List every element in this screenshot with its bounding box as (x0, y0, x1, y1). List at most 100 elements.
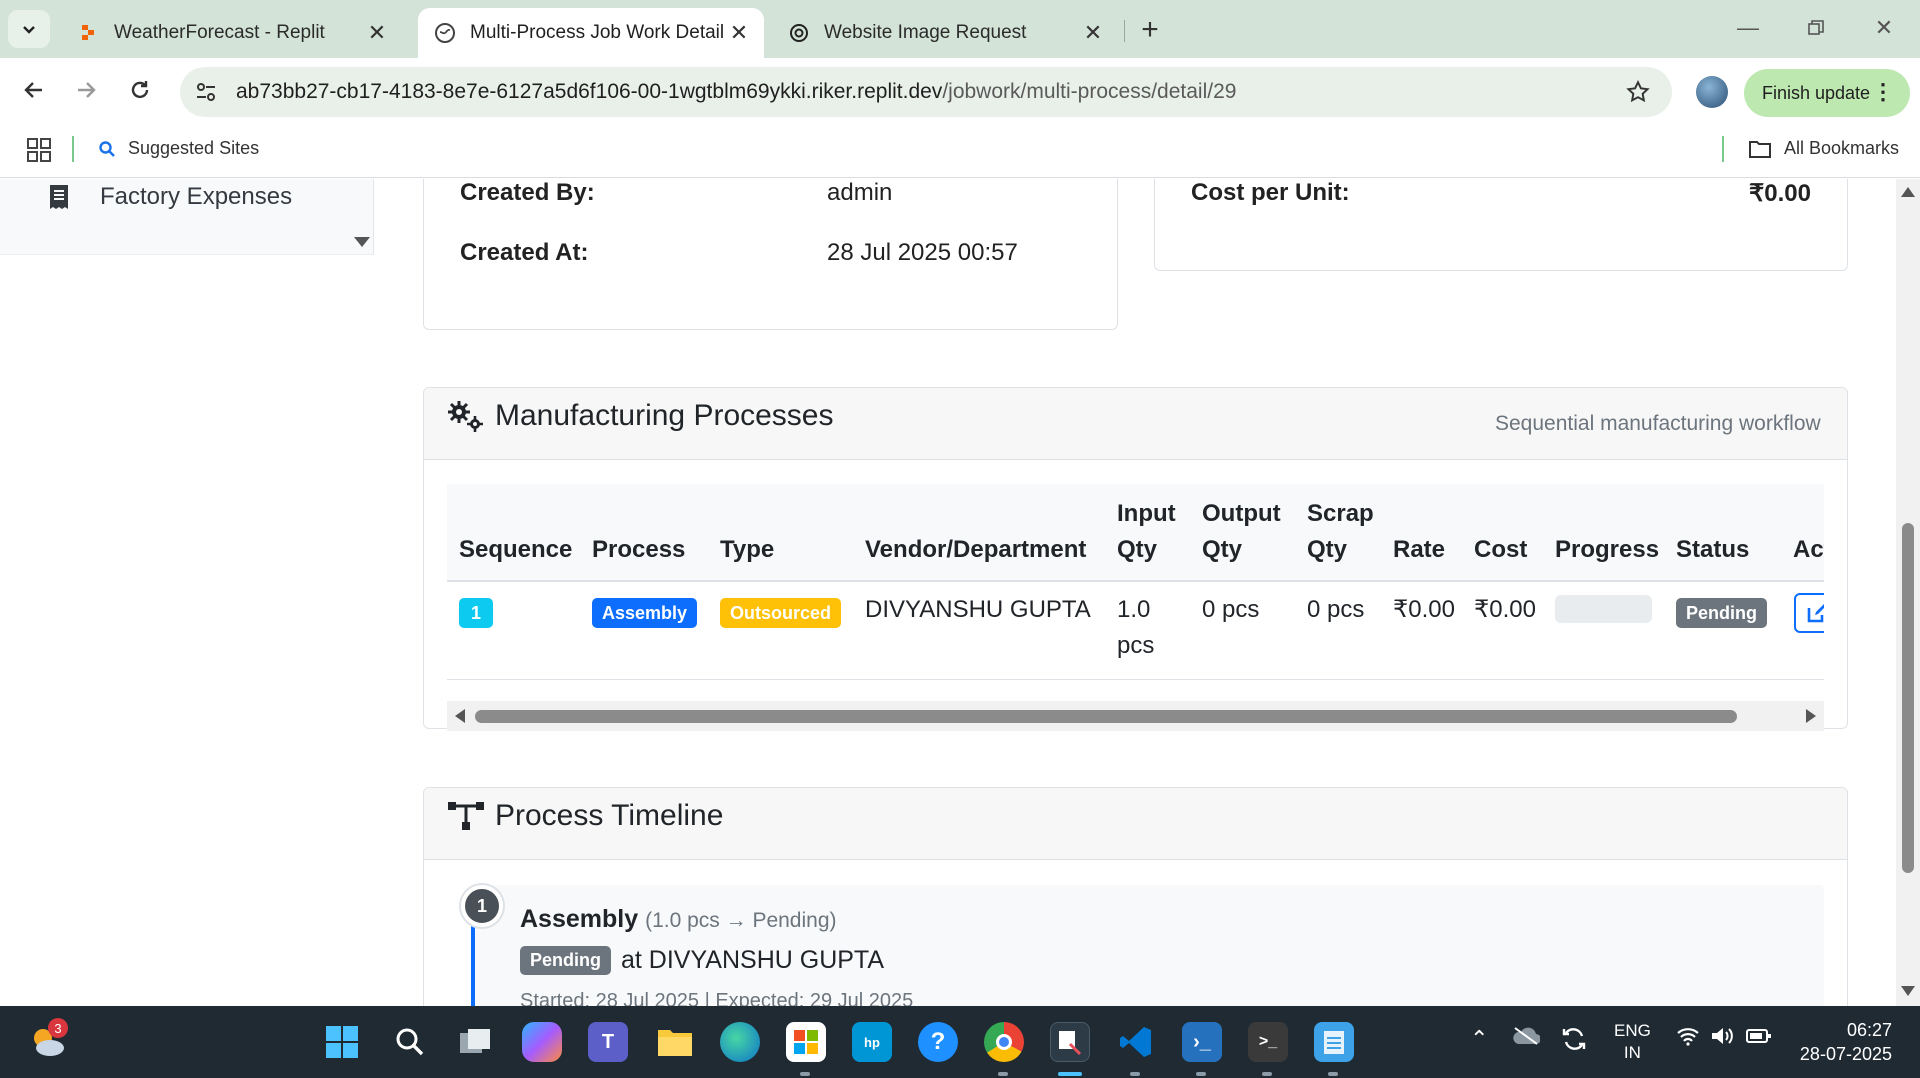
battery-icon[interactable] (1746, 1026, 1772, 1051)
sync-icon[interactable] (1560, 1026, 1588, 1057)
close-icon[interactable]: ✕ (724, 18, 754, 48)
sequence-badge: 1 (459, 598, 494, 628)
col-vendor: Vendor/Department (865, 536, 1087, 563)
scroll-up-icon[interactable] (1901, 187, 1915, 197)
tab-multi-process[interactable]: Multi-Process Job Work Details ✕ (418, 8, 764, 58)
scroll-left-icon[interactable] (455, 709, 465, 723)
chatgpt-icon (788, 22, 810, 44)
col-input-qty-2: Qty (1117, 536, 1158, 563)
process-badge: Assembly (592, 598, 698, 628)
close-window-button[interactable]: ✕ (1856, 8, 1912, 48)
all-bookmarks-button[interactable]: All Bookmarks (1748, 138, 1899, 159)
timeline-vendor: at DIVYANSHU GUPTA (621, 946, 885, 974)
scrap-qty-cell: 0 pcs (1307, 596, 1365, 623)
scrollbar-thumb[interactable] (475, 710, 1737, 723)
edge-icon[interactable] (720, 1022, 760, 1062)
arrow-right-icon (78, 82, 96, 98)
close-icon[interactable]: ✕ (362, 18, 392, 48)
onedrive-icon[interactable] (1512, 1026, 1541, 1051)
tab-title: Multi-Process Job Work Details (470, 22, 724, 43)
back-button[interactable] (14, 70, 54, 110)
page-content: Factory Expenses Created By: admin Creat… (0, 179, 1920, 1006)
reload-button[interactable] (120, 70, 160, 110)
new-tab-button[interactable]: + (1132, 12, 1168, 48)
minimize-button[interactable]: — (1720, 8, 1776, 48)
bookmark-suggested-sites[interactable]: Suggested Sites (98, 138, 259, 159)
cost-per-unit-value: ₹0.00 (1749, 180, 1811, 207)
get-help-icon[interactable]: ? (918, 1022, 958, 1062)
file-explorer-icon[interactable] (655, 1022, 695, 1062)
chrome-icon[interactable] (984, 1022, 1024, 1062)
search-icon[interactable] (390, 1022, 430, 1062)
clock-time: 06:27 (1846, 1020, 1892, 1040)
start-windows-icon[interactable] (322, 1022, 362, 1062)
col-type: Type (720, 536, 775, 563)
col-output-qty-1: Output (1202, 500, 1281, 527)
restore-button[interactable] (1788, 8, 1844, 48)
powershell-icon[interactable]: ›_ (1182, 1022, 1222, 1062)
profile-avatar[interactable] (1696, 76, 1728, 108)
timeline-title: Process Timeline (495, 799, 724, 832)
clock-date: 28-07-2025 (1799, 1044, 1892, 1064)
timeline-number: 1 (476, 895, 487, 916)
site-settings-icon[interactable] (194, 80, 218, 104)
snipping-tool-icon[interactable] (1050, 1022, 1090, 1062)
system-clock[interactable]: 06:27 28-07-2025 (1800, 1018, 1892, 1066)
wifi-icon[interactable] (1676, 1026, 1700, 1051)
col-sequence: Sequence (459, 536, 573, 563)
url-path: /jobwork/multi-process/detail/29 (942, 80, 1237, 103)
timeline-number-badge: 1 (461, 885, 503, 927)
volume-icon[interactable] (1710, 1026, 1736, 1051)
notification-badge: 3 (48, 1018, 68, 1038)
running-indicator (1196, 1072, 1206, 1076)
scroll-right-icon[interactable] (1806, 709, 1816, 723)
running-indicator (1262, 1072, 1272, 1076)
terminal-icon[interactable]: >_ (1248, 1022, 1288, 1062)
bookmark-separator (1722, 136, 1724, 162)
created-at-value: 28 Jul 2025 00:57 (827, 239, 1018, 266)
scroll-down-icon[interactable] (1901, 986, 1915, 996)
created-by-label: Created By: (460, 179, 595, 206)
timeline-status-line: Pending at DIVYANSHU GUPTA (520, 946, 884, 975)
timeline-process-name: Assembly (520, 905, 639, 933)
created-at-label: Created At: (460, 239, 589, 266)
copilot-icon[interactable] (522, 1022, 562, 1062)
vscode-icon[interactable] (1116, 1022, 1156, 1062)
finish-update-label: Finish update (1762, 82, 1871, 103)
finish-update-button[interactable]: Finish update ⋮ (1744, 69, 1910, 117)
gears-icon (447, 400, 485, 432)
sidebar-item-factory-expenses[interactable]: Factory Expenses (48, 183, 292, 211)
windows-taskbar: 3 T hp ? ›_ >_ ⌃ ENG IN 06:27 28-07-2025 (0, 1006, 1920, 1078)
more-vertical-icon[interactable]: ⋮ (1872, 79, 1894, 105)
show-hidden-icons[interactable]: ⌃ (1470, 1026, 1488, 1052)
col-cost: Cost (1474, 536, 1528, 563)
tab-search-button[interactable] (8, 10, 50, 48)
apps-grid-icon[interactable] (26, 137, 52, 163)
bookmark-star-icon[interactable] (1624, 78, 1652, 106)
tab-website-image[interactable]: Website Image Request ✕ (772, 8, 1118, 58)
processes-title: Manufacturing Processes (495, 399, 834, 432)
myhp-icon[interactable]: hp (852, 1022, 892, 1062)
tab-weatherforecast[interactable]: WeatherForecast - Replit ✕ (62, 8, 402, 58)
running-indicator (800, 1072, 810, 1076)
microsoft-store-icon[interactable] (786, 1022, 826, 1062)
col-status: Status (1676, 536, 1750, 563)
page-vertical-scrollbar[interactable] (1896, 179, 1920, 1006)
sidebar-scroll-down-icon[interactable] (354, 237, 370, 247)
language-indicator[interactable]: ENG IN (1614, 1020, 1651, 1064)
notepad-icon[interactable] (1314, 1022, 1354, 1062)
receipt-icon (50, 185, 68, 209)
table-horizontal-scrollbar[interactable] (447, 701, 1824, 731)
close-icon[interactable]: ✕ (1078, 18, 1108, 48)
card-title: Process Timeline (447, 799, 723, 833)
address-bar[interactable]: ab73bb27-cb17-4183-8e7e-6127a5d6f106-00-… (180, 67, 1672, 117)
input-qty-cell: 1.0 (1117, 596, 1151, 623)
col-progress: Progress (1555, 536, 1660, 563)
teams-icon[interactable]: T (588, 1022, 628, 1062)
timeline-status-badge: Pending (520, 946, 611, 975)
scrollbar-thumb[interactable] (1902, 523, 1914, 873)
task-view-icon[interactable] (455, 1022, 495, 1062)
tab-title: Website Image Request (824, 22, 1027, 43)
forward-button[interactable] (66, 70, 106, 110)
edit-button[interactable] (1794, 593, 1824, 633)
